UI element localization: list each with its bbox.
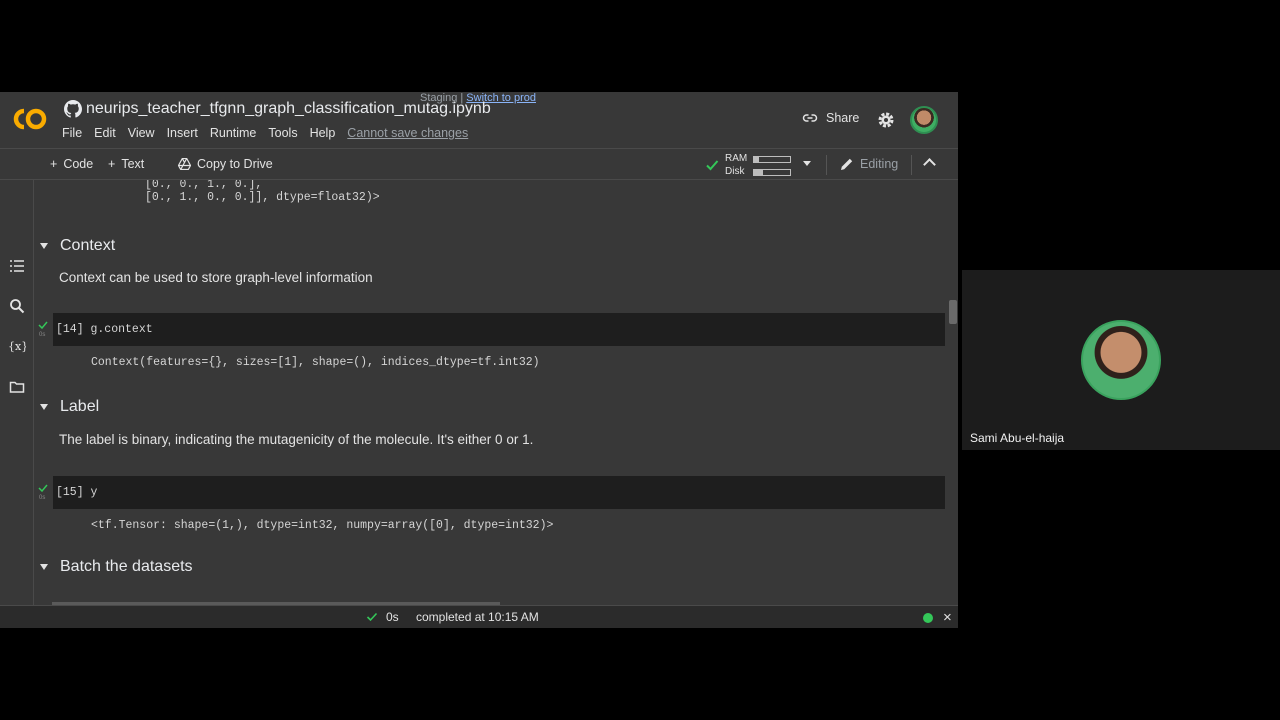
menu-bar: File Edit View Insert Runtime Tools Help… bbox=[62, 126, 480, 140]
connected-check-icon bbox=[706, 160, 719, 171]
svg-text:{x}: {x} bbox=[8, 340, 26, 353]
search-icon[interactable] bbox=[9, 298, 25, 314]
menu-edit[interactable]: Edit bbox=[94, 126, 122, 140]
variables-icon[interactable]: {x} bbox=[8, 338, 26, 354]
context-description: Context can be used to store graph-level… bbox=[59, 270, 373, 285]
close-icon[interactable]: × bbox=[943, 609, 952, 626]
cell-output: Context(features={}, sizes=[1], shape=()… bbox=[91, 356, 540, 369]
code-cell-15[interactable]: [15] y bbox=[53, 476, 945, 509]
toolbar-divider bbox=[826, 155, 827, 175]
participant-name: Sami Abu-el-haija bbox=[970, 431, 1065, 445]
add-code-button[interactable]: + Code bbox=[50, 157, 93, 171]
notebook-title[interactable]: neurips_teacher_tfgnn_graph_classificati… bbox=[86, 100, 491, 118]
notebook-header: Staging | Switch to prod neurips_teacher… bbox=[0, 92, 958, 148]
editing-mode-button[interactable]: Editing bbox=[840, 157, 898, 171]
folder-icon[interactable] bbox=[9, 379, 25, 395]
menu-insert[interactable]: Insert bbox=[167, 126, 204, 140]
participant-avatar bbox=[1081, 320, 1161, 400]
drive-icon bbox=[178, 158, 191, 170]
cell-prompt: [15] y bbox=[56, 486, 98, 499]
output-line: [0., 0., 1., 0.], bbox=[145, 180, 263, 191]
account-avatar[interactable] bbox=[910, 106, 938, 134]
notebook-content: [0., 0., 1., 0.], [0., 1., 0., 0.]], dty… bbox=[35, 180, 958, 605]
vertical-scrollbar[interactable] bbox=[949, 300, 957, 324]
executed-check-icon bbox=[38, 321, 48, 330]
menu-help[interactable]: Help bbox=[310, 126, 342, 140]
output-line: [0., 1., 0., 0.]], dtype=float32)> bbox=[145, 191, 380, 204]
toolbar-divider bbox=[911, 155, 912, 175]
ram-bar bbox=[753, 156, 791, 163]
status-duration: 0s bbox=[386, 610, 399, 624]
section-heading-context[interactable]: Context bbox=[40, 237, 115, 255]
collapse-caret-icon[interactable] bbox=[40, 564, 48, 570]
plus-icon: + bbox=[108, 157, 116, 171]
disk-label: Disk bbox=[725, 166, 745, 177]
participant-video-tile: Sami Abu-el-haija bbox=[962, 270, 1280, 450]
left-sidebar: {x} bbox=[0, 180, 34, 624]
gear-icon[interactable] bbox=[876, 110, 896, 130]
menu-view[interactable]: View bbox=[128, 126, 161, 140]
table-of-contents-icon[interactable] bbox=[9, 258, 25, 274]
cell-output: <tf.Tensor: shape=(1,), dtype=int32, num… bbox=[91, 519, 554, 532]
share-label: Share bbox=[826, 111, 860, 125]
disk-bar-fill bbox=[754, 170, 763, 175]
label-description: The label is binary, indicating the muta… bbox=[59, 432, 534, 447]
section-heading-batch[interactable]: Batch the datasets bbox=[40, 558, 193, 576]
title-row: neurips_teacher_tfgnn_graph_classificati… bbox=[64, 100, 491, 118]
section-heading-label[interactable]: Label bbox=[40, 398, 99, 416]
heading-text: Batch the datasets bbox=[60, 558, 193, 575]
ram-disk-indicator[interactable]: RAM Disk bbox=[705, 152, 815, 178]
copy-to-drive-label: Copy to Drive bbox=[197, 157, 273, 171]
copy-to-drive-button[interactable]: Copy to Drive bbox=[178, 157, 273, 171]
chevron-up-icon[interactable] bbox=[923, 158, 936, 171]
ram-label: RAM bbox=[725, 153, 748, 164]
exec-time: 0s bbox=[39, 332, 46, 338]
colab-logo[interactable] bbox=[11, 106, 49, 132]
colab-window: Staging | Switch to prod neurips_teacher… bbox=[0, 92, 958, 628]
heading-text: Label bbox=[60, 398, 100, 415]
add-code-label: Code bbox=[63, 157, 94, 171]
connection-status-dot bbox=[923, 613, 933, 623]
notebook-toolbar: + Code + Text Copy to Drive RAM Disk Edi… bbox=[0, 148, 958, 180]
collapse-caret-icon[interactable] bbox=[40, 243, 48, 249]
menu-tools[interactable]: Tools bbox=[268, 126, 303, 140]
plus-icon: + bbox=[50, 157, 58, 171]
add-text-button[interactable]: + Text bbox=[108, 157, 144, 171]
previous-cell-output: [0., 0., 1., 0.], [0., 1., 0., 0.]], dty… bbox=[145, 180, 380, 204]
menu-runtime[interactable]: Runtime bbox=[210, 126, 263, 140]
code-cell-14[interactable]: [14] g.context bbox=[53, 313, 945, 346]
status-completed-text[interactable]: completed at 10:15 AM bbox=[416, 610, 539, 624]
heading-text: Context bbox=[60, 237, 116, 254]
collapse-caret-icon[interactable] bbox=[40, 404, 48, 410]
chevron-down-icon[interactable] bbox=[803, 161, 811, 166]
exec-time: 0s bbox=[39, 495, 46, 501]
cell-prompt: [14] g.context bbox=[56, 323, 153, 336]
share-button[interactable]: Share bbox=[802, 110, 859, 126]
pencil-icon bbox=[841, 158, 853, 170]
status-bar: 0s completed at 10:15 AM × bbox=[0, 605, 958, 628]
status-check-icon bbox=[366, 612, 378, 622]
link-icon bbox=[802, 114, 818, 122]
github-icon bbox=[64, 100, 82, 118]
ram-bar-fill bbox=[754, 157, 760, 162]
menu-file[interactable]: File bbox=[62, 126, 88, 140]
editing-label: Editing bbox=[860, 157, 899, 171]
add-text-label: Text bbox=[121, 157, 145, 171]
cannot-save-changes-link[interactable]: Cannot save changes bbox=[347, 126, 474, 140]
executed-check-icon bbox=[38, 484, 48, 493]
disk-bar bbox=[753, 169, 791, 176]
